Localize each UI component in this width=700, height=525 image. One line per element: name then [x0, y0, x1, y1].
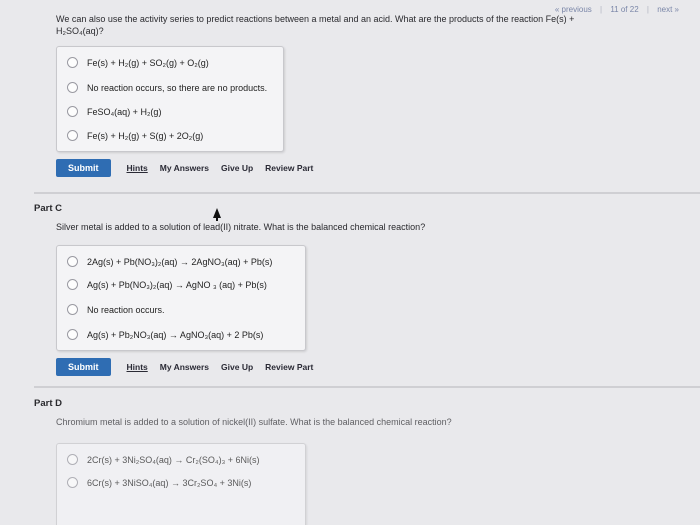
partd-question: Chromium metal is added to a solution of…: [56, 417, 452, 427]
partd-choice-1[interactable]: 2Cr(s) + 3Ni₂SO₄(aq) → Cr₂(SO₄)₃ + 6Ni(s…: [67, 454, 260, 465]
radio-button[interactable]: [67, 130, 78, 141]
next-link[interactable]: next »: [657, 5, 679, 14]
radio-button[interactable]: [67, 279, 78, 290]
partc-choice-4[interactable]: Ag(s) + Pb₂NO₃(aq) → AgNO₃(aq) + 2 Pb(s): [67, 329, 263, 340]
partc-actions: Submit Hints My Answers Give Up Review P…: [56, 358, 325, 376]
partb-choice-1[interactable]: Fe(s) + H₂(g) + SO₂(g) + O₂(g): [67, 57, 209, 68]
partb-choices-box: Fe(s) + H₂(g) + SO₂(g) + O₂(g) No reacti…: [56, 46, 284, 152]
hints-link[interactable]: Hints: [127, 163, 148, 173]
choice-label: Fe(s) + H₂(g) + S(g) + 2O₂(g): [87, 130, 204, 141]
partd-choice-2[interactable]: 6Cr(s) + 3NiSO₄(aq) → 3Cr₂SO₄ + 3Ni(s): [67, 477, 251, 488]
partb-question-line1: We can also use the activity series to p…: [56, 14, 575, 24]
partc-question: Silver metal is added to a solution of l…: [56, 222, 426, 232]
quiz-screen: « previous | 11 of 22 | next » We can al…: [0, 0, 700, 525]
choice-label: Fe(s) + H₂(g) + SO₂(g) + O₂(g): [87, 57, 209, 68]
hints-link[interactable]: Hints: [127, 362, 148, 372]
radio-button[interactable]: [67, 256, 78, 267]
choice-label: FeSO₄(aq) + H₂(g): [87, 106, 162, 117]
choice-label: 6Cr(s) + 3NiSO₄(aq) → 3Cr₂SO₄ + 3Ni(s): [87, 477, 252, 488]
choice-label: 2Ag(s) + Pb(NO₃)₂(aq) → 2AgNO₃(aq) + Pb(…: [87, 256, 273, 267]
partc-choice-2[interactable]: Ag(s) + Pb(NO₃)₂(aq) → AgNO ₃ (aq) + Pb(…: [67, 279, 267, 290]
radio-button[interactable]: [67, 329, 78, 340]
partb-choice-3[interactable]: FeSO₄(aq) + H₂(g): [67, 106, 161, 117]
my-answers-link[interactable]: My Answers: [160, 362, 209, 372]
radio-button[interactable]: [67, 82, 78, 93]
my-answers-link[interactable]: My Answers: [160, 163, 209, 173]
choice-label: No reaction occurs, so there are no prod…: [87, 82, 268, 93]
section-divider: [34, 386, 700, 388]
partb-choice-2[interactable]: No reaction occurs, so there are no prod…: [67, 82, 267, 93]
mouse-cursor-icon: [213, 208, 221, 221]
radio-button[interactable]: [67, 477, 78, 488]
partb-question-line2: H₂SO₄(aq)?: [56, 26, 104, 36]
choice-label: Ag(s) + Pb₂NO₃(aq) → AgNO₃(aq) + 2 Pb(s): [87, 329, 264, 340]
partb-choice-4[interactable]: Fe(s) + H₂(g) + S(g) + 2O₂(g): [67, 130, 203, 141]
give-up-link[interactable]: Give Up: [221, 163, 253, 173]
partd-title: Part D: [34, 398, 62, 409]
partc-choice-1[interactable]: 2Ag(s) + Pb(NO₃)₂(aq) → 2AgNO₃(aq) + Pb(…: [67, 256, 272, 267]
submit-button[interactable]: Submit: [56, 159, 111, 177]
submit-button[interactable]: Submit: [56, 358, 111, 376]
radio-button[interactable]: [67, 304, 78, 315]
review-part-link[interactable]: Review Part: [265, 163, 313, 173]
radio-button[interactable]: [67, 106, 78, 117]
radio-button[interactable]: [67, 57, 78, 68]
review-part-link[interactable]: Review Part: [265, 362, 313, 372]
partc-title: Part C: [34, 203, 62, 214]
partc-choice-3[interactable]: No reaction occurs.: [67, 304, 165, 315]
choice-label: 2Cr(s) + 3Ni₂SO₄(aq) → Cr₂(SO₄)₃ + 6Ni(s…: [87, 454, 260, 465]
choice-label: Ag(s) + Pb(NO₃)₂(aq) → AgNO ₃ (aq) + Pb(…: [87, 279, 267, 290]
partb-actions: Submit Hints My Answers Give Up Review P…: [56, 159, 325, 177]
section-divider: [34, 192, 700, 194]
radio-button[interactable]: [67, 454, 78, 465]
partb-question: We can also use the activity series to p…: [56, 13, 656, 37]
partc-choices-box: 2Ag(s) + Pb(NO₃)₂(aq) → 2AgNO₃(aq) + Pb(…: [56, 245, 306, 351]
choice-label: No reaction occurs.: [87, 304, 165, 315]
partd-choices-box: 2Cr(s) + 3Ni₂SO₄(aq) → Cr₂(SO₄)₃ + 6Ni(s…: [56, 443, 306, 525]
give-up-link[interactable]: Give Up: [221, 362, 253, 372]
